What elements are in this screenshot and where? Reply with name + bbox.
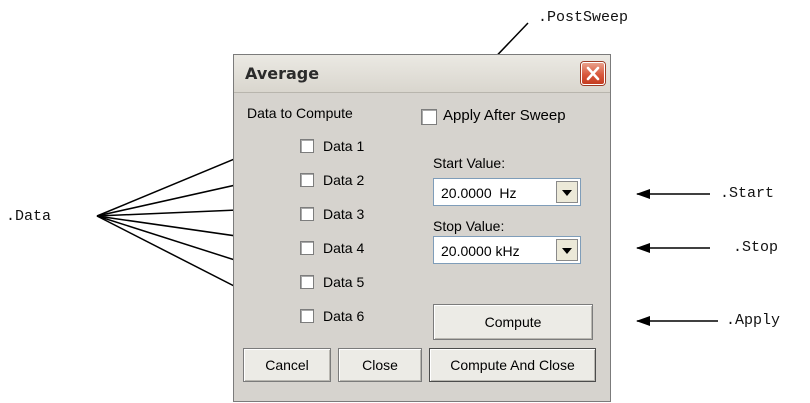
title-bar[interactable]: Average [234, 55, 610, 93]
stop-value: 20.0000 kHz [441, 243, 520, 259]
stop-value-label: Stop Value: [433, 218, 505, 234]
data-5-checkbox[interactable] [300, 275, 314, 289]
average-dialog: Average Data to Compute Apply After Swee… [233, 54, 611, 402]
start-value-label: Start Value: [433, 155, 506, 171]
data-1-label: Data 1 [323, 138, 365, 154]
dialog-client-area: Data to Compute Apply After Sweep Data 1… [234, 93, 610, 401]
cancel-button[interactable]: Cancel [243, 348, 331, 382]
apply-after-sweep-label: Apply After Sweep [443, 107, 566, 124]
apply-after-sweep-checkbox[interactable] [421, 109, 437, 125]
annotation-postsweep: .PostSweep [538, 9, 629, 26]
data-6-checkbox[interactable] [300, 309, 314, 323]
compute-button[interactable]: Compute [433, 304, 593, 340]
annotation-data: .Data [6, 208, 52, 225]
annotation-stop: .Stop [733, 239, 779, 256]
data-to-compute-label: Data to Compute [247, 105, 353, 121]
data-4-label: Data 4 [323, 240, 365, 256]
compute-and-close-button[interactable]: Compute And Close [429, 348, 596, 382]
start-dropdown-button[interactable] [556, 181, 578, 203]
data-5-label: Data 5 [323, 274, 365, 290]
annotation-apply: .Apply [726, 312, 781, 329]
data-4-checkbox[interactable] [300, 241, 314, 255]
stop-value-combo[interactable]: 20.0000 kHz [433, 236, 581, 264]
data-1-checkbox[interactable] [300, 139, 314, 153]
dialog-title: Average [245, 64, 320, 83]
data-3-label: Data 3 [323, 206, 365, 222]
data-2-label: Data 2 [323, 172, 365, 188]
stop-dropdown-button[interactable] [556, 239, 578, 261]
close-window-button[interactable] [581, 62, 605, 85]
annotation-start: .Start [720, 185, 775, 202]
data-2-checkbox[interactable] [300, 173, 314, 187]
close-icon [586, 66, 600, 81]
start-value: 20.0000 Hz [441, 185, 517, 201]
start-value-combo[interactable]: 20.0000 Hz [433, 178, 581, 206]
close-button[interactable]: Close [338, 348, 422, 382]
data-3-checkbox[interactable] [300, 207, 314, 221]
data-6-label: Data 6 [323, 308, 365, 324]
